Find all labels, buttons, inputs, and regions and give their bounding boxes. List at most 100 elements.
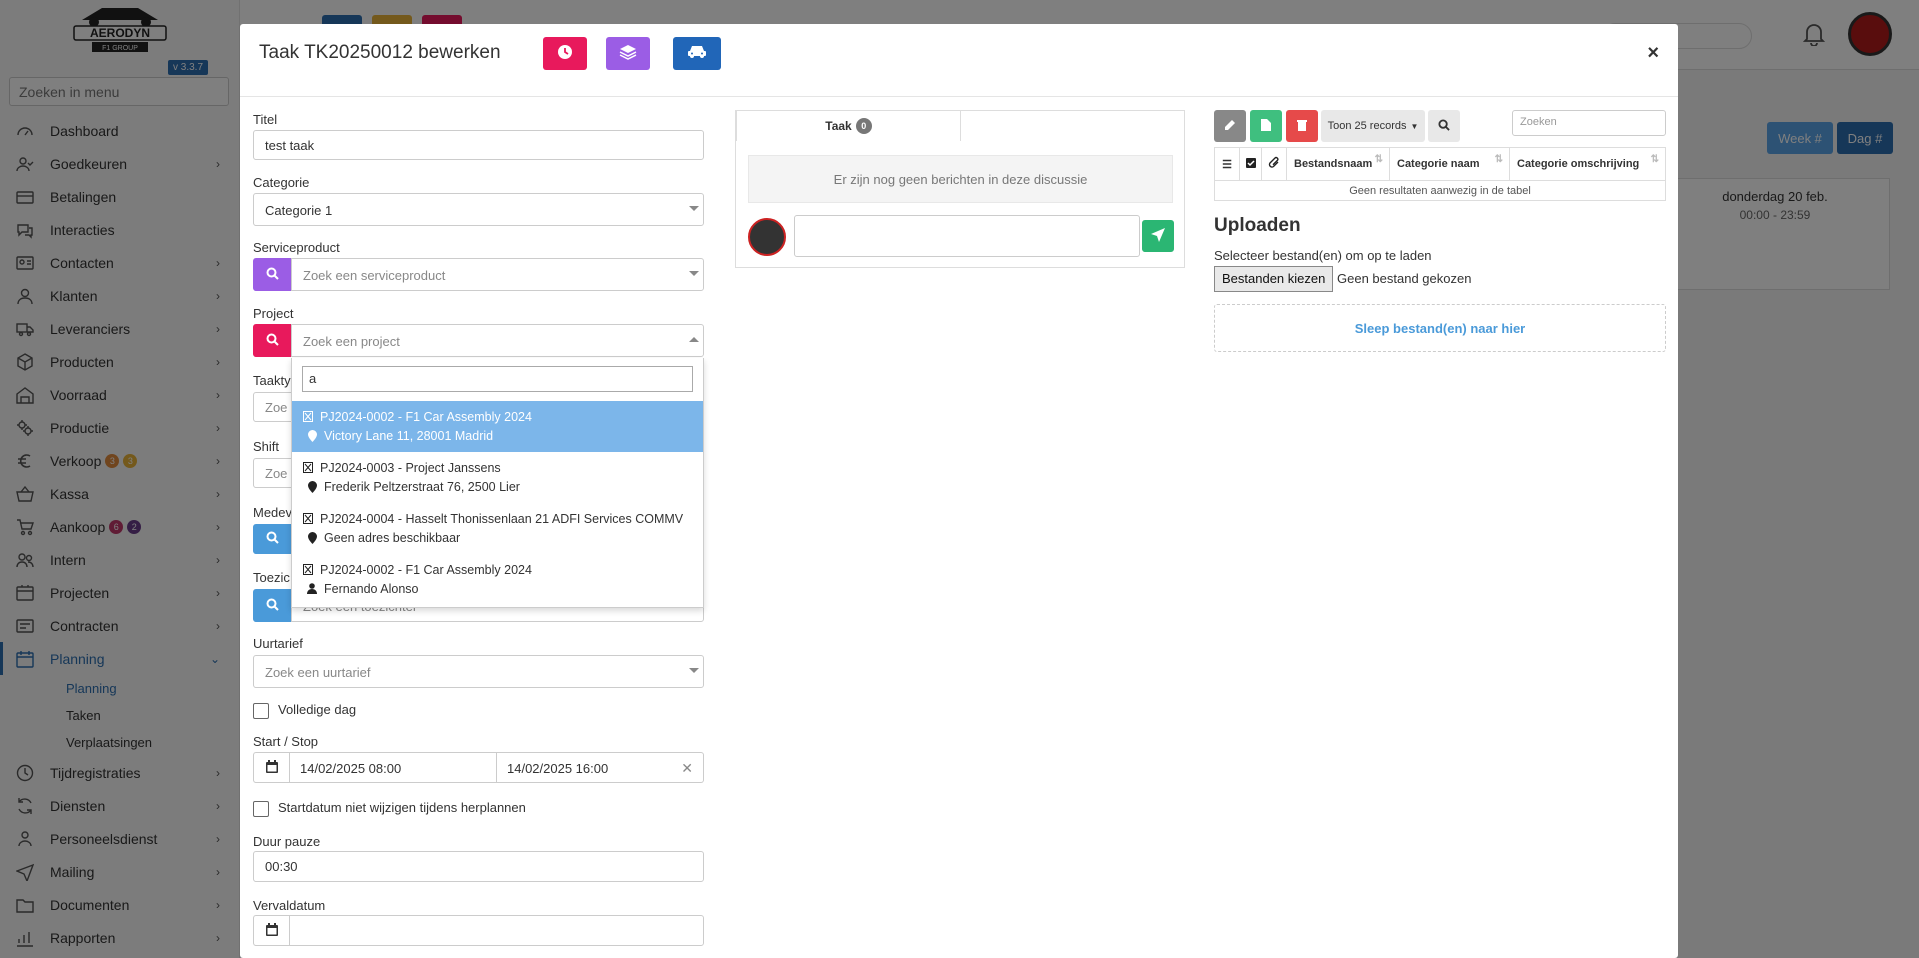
project-option[interactable]: PJ2024-0002 - F1 Car Assembly 2024 Victo… [292,401,703,452]
startdatum-label: Startdatum niet wijzigen tijdens herplan… [278,800,526,815]
clear-icon[interactable]: ✕ [681,760,693,777]
toezichter-search-button[interactable] [253,589,291,622]
project-option[interactable]: PJ2024-0002 - F1 Car Assembly 2024 Ferna… [292,554,703,605]
project-placeholder: Zoek een project [303,334,400,349]
project-search-button[interactable] [253,324,291,357]
column-categorie-omschrijving[interactable]: Categorie omschrijving ⇅ [1509,147,1666,181]
send-button[interactable] [1142,220,1174,252]
project-dropdown: a PJ2024-0002 - F1 Car Assembly 2024 Vic… [291,358,704,608]
time-button[interactable] [543,37,587,70]
tab-taak-count: 0 [855,118,872,134]
project-dropdown-search[interactable]: a [302,366,693,392]
medewerker-search-button[interactable] [253,524,291,554]
records-per-page-dropdown[interactable]: Toon 25 records ▼ [1321,110,1425,142]
vehicle-button[interactable] [673,37,721,70]
categorie-select[interactable]: Categorie 1 [253,193,704,226]
project-label: Project [253,306,294,321]
project-icon [302,513,314,524]
column-label: Categorie naam [1397,158,1480,170]
serviceproduct-label: Serviceproduct [253,240,340,255]
layers-icon [619,44,637,63]
categorie-value: Categorie 1 [265,203,333,218]
stop-datetime-value: 14/02/2025 16:00 [507,761,609,776]
vervaldatum-calendar-button[interactable] [253,915,289,946]
chat-avatar [748,218,786,256]
search-icon [266,598,279,614]
volledige-dag-checkbox[interactable] [253,703,269,719]
project-option-title: PJ2024-0004 - Hasselt Thonissenlaan 21 A… [320,511,684,526]
caret-down-icon [689,206,699,211]
taaktype-label: Taakty [253,373,291,388]
stop-datetime-input[interactable]: 14/02/2025 16:00 ✕ [497,752,704,783]
uurtarief-label: Uurtarief [253,636,303,651]
search-icon [266,531,279,547]
list-icon: ☰ [1222,158,1232,171]
checkbox-icon [1245,157,1256,171]
caret-down-icon [689,271,699,276]
delete-file-button[interactable] [1286,110,1318,142]
project-option-subtitle: Geen adres beschikbaar [324,530,461,545]
table-search-button[interactable] [1428,110,1460,142]
empty-table-message: Geen resultaten aanwezig in de tabel [1214,180,1666,201]
map-marker-icon [306,531,318,544]
vervaldatum-label: Vervaldatum [253,898,326,913]
column-categorie-naam[interactable]: Categorie naam ⇅ [1389,147,1510,181]
column-label: Bestandsnaam [1294,158,1373,170]
search-icon [1438,118,1450,134]
choose-files-button[interactable]: Bestanden kiezen [1214,266,1334,292]
project-option-subtitle: Frederik Peltzerstraat 76, 2500 Lier [324,479,520,494]
file-drop-zone[interactable]: Sleep bestand(en) naar hier [1214,304,1666,352]
upload-heading: Uploaden [1214,215,1301,236]
project-option-title: PJ2024-0002 - F1 Car Assembly 2024 [320,409,532,424]
files-search-input[interactable]: Zoeken [1512,110,1666,136]
search-icon [266,267,279,283]
project-option-subtitle: Fernando Alonso [324,581,419,596]
duur-pauze-label: Duur pauze [253,834,321,849]
tab-taak-label: Taak [825,119,852,133]
calendar-icon [265,922,278,939]
close-button[interactable]: × [1647,42,1659,65]
caret-down-icon [689,668,699,673]
serviceproduct-select[interactable]: Zoek een serviceproduct [291,258,704,291]
uurtarief-select[interactable]: Zoek een uurtarief [253,655,704,688]
user-icon [306,583,318,594]
empty-discussion-message: Er zijn nog geen berichten in deze discu… [748,155,1173,203]
trash-icon [1297,119,1307,134]
table-row: Geen resultaten aanwezig in de tabel [1214,180,1666,201]
project-option-title: PJ2024-0002 - F1 Car Assembly 2024 [320,562,532,577]
map-marker-icon [306,480,318,493]
titel-input[interactable]: test taak [253,130,704,160]
message-input[interactable] [794,215,1140,257]
project-option[interactable]: PJ2024-0004 - Hasselt Thonissenlaan 21 A… [292,503,703,554]
uurtarief-placeholder: Zoek een uurtarief [265,665,371,680]
startdatum-checkbox[interactable] [253,801,269,817]
serviceproduct-search-button[interactable] [253,258,291,291]
tab-taak[interactable]: Taak 0 [736,110,961,141]
car-icon [687,44,707,63]
project-option-subtitle: Victory Lane 11, 28001 Madrid [324,428,494,443]
material-button[interactable] [606,37,650,70]
edit-file-button[interactable] [1214,110,1246,142]
project-select[interactable]: Zoek een project [291,324,704,357]
map-marker-icon [306,429,318,442]
new-file-button[interactable] [1250,110,1282,142]
project-option-title: PJ2024-0003 - Project Janssens [320,460,501,475]
start-datetime-input[interactable]: 14/02/2025 08:00 [289,752,497,783]
column-select[interactable] [1239,147,1262,181]
duur-pauze-input[interactable]: 00:30 [253,851,704,882]
titel-label: Titel [253,112,278,127]
sort-icon: ⇅ [1494,154,1503,165]
modal-header: Taak TK20250012 bewerken × [240,24,1678,97]
column-attachment[interactable] [1261,147,1287,181]
medewerker-label: Medev [253,505,293,520]
calendar-icon [265,759,278,776]
caret-down-icon: ▼ [1410,121,1419,131]
project-option[interactable]: PJ2024-0003 - Project Janssens Frederik … [292,452,703,503]
column-list[interactable]: ☰ [1214,147,1240,181]
column-label: Categorie omschrijving [1517,158,1640,170]
edit-icon [1224,119,1236,134]
start-calendar-button[interactable] [253,752,289,783]
column-bestandsnaam[interactable]: Bestandsnaam ⇅ [1286,147,1390,181]
vervaldatum-input[interactable] [289,915,704,946]
shift-label: Shift [253,439,280,454]
